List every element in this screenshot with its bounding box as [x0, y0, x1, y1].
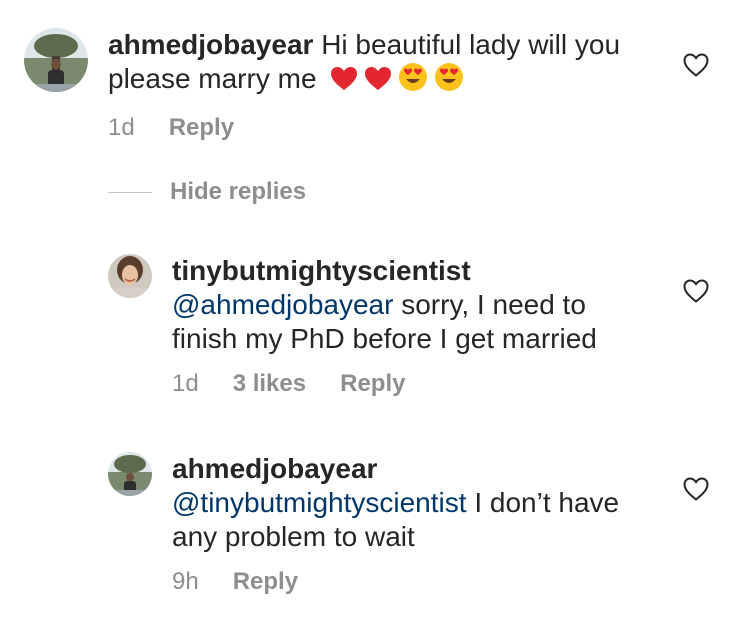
reply-ahmedjobayear: ahmedjobayear @tinybutmightyscientist I … [108, 452, 642, 596]
like-heart-icon[interactable] [682, 476, 710, 502]
reply-username[interactable]: ahmedjobayear [172, 453, 377, 484]
likes-count[interactable]: 3 likes [233, 370, 306, 398]
reply-button[interactable]: Reply [169, 114, 234, 142]
avatar[interactable] [24, 28, 88, 92]
avatar-image [108, 452, 152, 496]
avatar-image [24, 28, 88, 92]
mention-link[interactable]: @ahmedjobayear [172, 289, 393, 320]
hide-replies-toggle[interactable]: Hide replies [108, 178, 306, 206]
reply-tinybutmightyscientist: tinybutmightyscientist @ahmedjobayear so… [108, 254, 642, 398]
avatar[interactable] [108, 254, 152, 298]
avatar-image [108, 254, 152, 298]
red-heart-emoji-icon [364, 66, 392, 100]
divider-line [108, 191, 152, 193]
reply-button[interactable]: Reply [233, 568, 298, 596]
like-heart-icon[interactable] [682, 52, 710, 78]
mention-link[interactable]: @tinybutmightyscientist [172, 487, 467, 518]
comment-time: 1d [108, 114, 135, 141]
comment-username[interactable]: ahmedjobayear [108, 29, 313, 60]
reply-username[interactable]: tinybutmightyscientist [172, 255, 471, 286]
reply-meta: 9h Reply [172, 568, 642, 596]
hide-replies-label: Hide replies [170, 178, 307, 205]
like-heart-icon[interactable] [682, 278, 710, 304]
red-heart-emoji-icon [330, 66, 358, 100]
comment-text: ahmedjobayear Hi beautiful lady will you… [108, 28, 628, 100]
reply-meta: 1d 3 likes Reply [172, 370, 642, 398]
heart-eyes-emoji-icon [398, 62, 428, 100]
heart-eyes-emoji-icon [434, 62, 464, 100]
comment-ahmedjobayear: ahmedjobayear Hi beautiful lady will you… [24, 28, 628, 142]
reply-text: ahmedjobayear @tinybutmightyscientist I … [172, 452, 642, 554]
avatar[interactable] [108, 452, 152, 496]
reply-button[interactable]: Reply [340, 370, 405, 398]
reply-text: tinybutmightyscientist @ahmedjobayear so… [172, 254, 642, 356]
reply-time: 1d [172, 370, 199, 397]
reply-time: 9h [172, 568, 199, 595]
comment-meta: 1d Reply [108, 114, 628, 142]
